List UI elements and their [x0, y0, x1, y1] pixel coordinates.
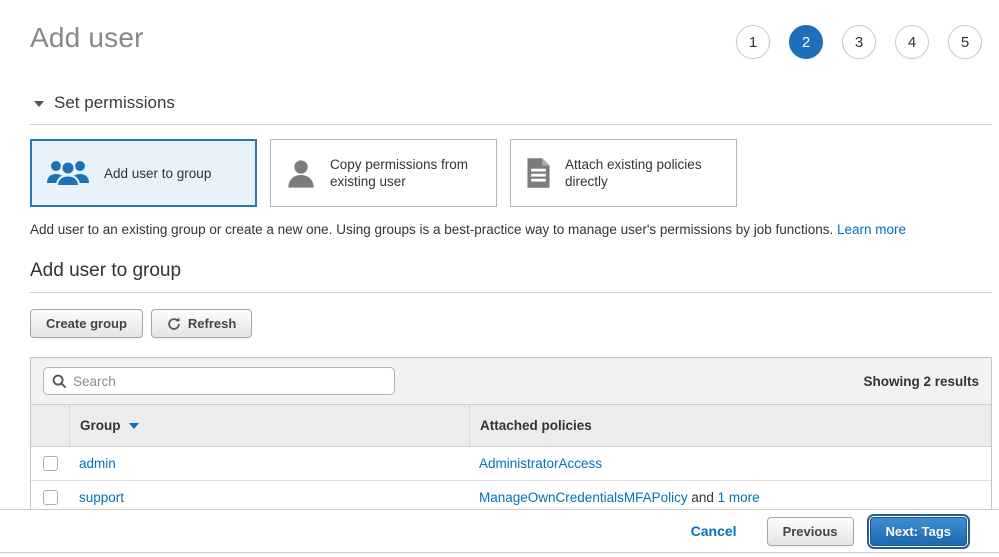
previous-button[interactable]: Previous: [767, 517, 854, 546]
card-attach-policies-label: Attach existing policies directly: [565, 156, 726, 190]
search-icon: [52, 374, 67, 389]
table-toolbar: Showing 2 results: [31, 358, 991, 405]
card-copy-permissions[interactable]: Copy permissions from existing user: [270, 139, 497, 207]
learn-more-link[interactable]: Learn more: [837, 222, 906, 237]
header-checkbox-cell: [31, 405, 69, 446]
policy-link-administratoraccess[interactable]: AdministratorAccess: [479, 456, 602, 471]
collapse-caret-icon: [34, 101, 44, 107]
column-header-attached-policies[interactable]: Attached policies: [469, 405, 991, 446]
single-user-icon: [285, 157, 317, 189]
group-actions: Create group Refresh: [30, 309, 992, 338]
step-3[interactable]: 3: [842, 25, 876, 59]
table-header-row: Group Attached policies: [31, 405, 991, 447]
add-user-to-group-heading: Add user to group: [30, 260, 992, 293]
refresh-icon: [167, 317, 181, 331]
card-attach-policies[interactable]: Attach existing policies directly: [510, 139, 737, 207]
group-link-admin[interactable]: admin: [79, 456, 116, 471]
set-permissions-section-header[interactable]: Set permissions: [30, 93, 992, 125]
column-header-policies-label: Attached policies: [480, 418, 592, 433]
policy-document-icon: [525, 157, 552, 189]
search-input[interactable]: [73, 374, 386, 389]
step-5[interactable]: 5: [948, 25, 982, 59]
cancel-link[interactable]: Cancel: [691, 523, 737, 539]
groups-table: Showing 2 results Group Attached policie…: [30, 357, 992, 515]
policy-link-1-more[interactable]: 1 more: [718, 490, 760, 505]
permission-option-cards: Add user to group Copy permissions from …: [30, 139, 992, 207]
group-description: Add user to an existing group or create …: [30, 222, 992, 237]
step-1[interactable]: 1: [736, 25, 770, 59]
table-row-admin: admin AdministratorAccess: [31, 447, 991, 480]
step-2-active[interactable]: 2: [789, 25, 823, 59]
row-support-checkbox[interactable]: [43, 490, 58, 505]
page-header: Add user 1 2 3 4 5: [30, 22, 992, 59]
column-header-group[interactable]: Group: [69, 405, 469, 446]
step-4[interactable]: 4: [895, 25, 929, 59]
policy-link-manageowncredentials[interactable]: ManageOwnCredentialsMFAPolicy: [479, 490, 688, 505]
next-tags-button[interactable]: Next: Tags: [870, 517, 968, 546]
row-admin-checkbox[interactable]: [43, 456, 58, 471]
card-add-user-to-group-label: Add user to group: [104, 165, 211, 182]
group-icon: [45, 157, 91, 189]
refresh-label: Refresh: [188, 316, 236, 331]
wizard-footer: Cancel Previous Next: Tags: [0, 509, 999, 553]
policy-and-text: and: [688, 490, 718, 505]
group-link-support[interactable]: support: [79, 490, 124, 505]
page-content: Add user 1 2 3 4 5 Set permissions: [30, 0, 992, 515]
wizard-steps: 1 2 3 4 5: [736, 25, 992, 59]
search-box[interactable]: [43, 367, 395, 395]
group-description-text: Add user to an existing group or create …: [30, 222, 837, 237]
results-count: Showing 2 results: [863, 374, 979, 389]
card-add-user-to-group[interactable]: Add user to group: [30, 139, 257, 207]
column-header-group-label: Group: [80, 418, 121, 433]
refresh-button[interactable]: Refresh: [151, 309, 252, 338]
card-copy-permissions-label: Copy permissions from existing user: [330, 156, 486, 190]
page-title: Add user: [30, 22, 144, 54]
create-group-button[interactable]: Create group: [30, 309, 143, 338]
set-permissions-label: Set permissions: [54, 93, 175, 113]
sort-descending-icon: [129, 423, 139, 429]
